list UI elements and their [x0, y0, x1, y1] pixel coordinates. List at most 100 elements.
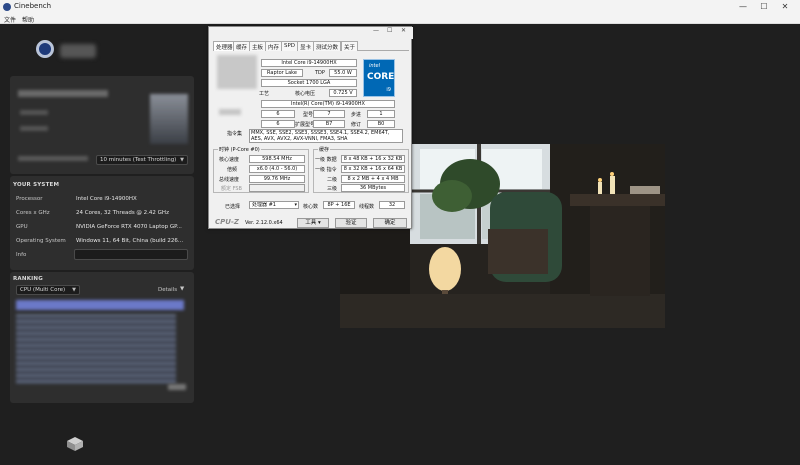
spec-field: Intel(R) Core(TM) i9-14900HX [261, 100, 395, 108]
blurred-test-title [18, 90, 108, 97]
cpuz-minimize-button[interactable]: — [373, 27, 379, 34]
l2-field: 8 x 2 MB + 4 x 4 MB [341, 175, 405, 183]
ranking-list-blurred [16, 314, 176, 384]
clocks-group-label: 时钟 (P-Core #0) [218, 146, 261, 153]
cpuz-close-button[interactable]: ✕ [401, 27, 406, 34]
tab-bench[interactable]: 测试分数 [313, 41, 342, 51]
threads-label: 线程数 [359, 204, 375, 210]
voltage-value: 0.725 V [333, 90, 353, 96]
stepping-field: 1 [367, 110, 395, 118]
left-panel: 10 minutes (Test Throttling) ▼ YOUR SYST… [10, 76, 194, 406]
test-duration-value: 10 minutes (Test Throttling) [100, 157, 177, 163]
instructions-label: 指令集 [227, 131, 243, 137]
tab-spd[interactable]: SPD [281, 41, 299, 51]
multiplier-field: x6.0 (4.0 - 56.0) [249, 165, 305, 173]
instructions-field: MMX, SSE, SSE2, SSE3, SSSE3, SSE4.1, SSE… [249, 129, 403, 143]
test-duration-dropdown[interactable]: 10 minutes (Test Throttling) ▼ [96, 155, 188, 165]
ext-family-value: 6 [276, 121, 280, 127]
cinebench-logo-icon [36, 40, 54, 58]
tools-label: 工具 [305, 220, 317, 226]
ranking-mode-dropdown[interactable]: CPU (Multi Core) ▼ [16, 285, 80, 295]
rated-fsb-field [249, 184, 305, 192]
revision-label: 修订 [351, 122, 362, 128]
ext-model-value: B7 [325, 121, 333, 127]
info-label: Info [16, 252, 27, 258]
family-value: 6 [276, 111, 280, 117]
ext-family-field: 6 [261, 120, 295, 128]
ok-button[interactable]: 确定 [373, 218, 407, 228]
validate-button[interactable]: 验证 [335, 218, 367, 228]
cores-label: 核心数 [303, 204, 319, 210]
cpuz-title-bar: — ☐ ✕ [209, 27, 413, 39]
cube-icon-graphic [67, 437, 83, 451]
tab-graphics[interactable]: 显卡 [297, 41, 315, 51]
multiplier-label: 倍频 [227, 167, 238, 173]
menu-file[interactable]: 文件 [4, 15, 16, 24]
tech-label: 工艺 [259, 91, 270, 97]
core-speed-field: 598.54 MHz [249, 155, 305, 163]
l1i-value: 8 x 32 KB + 16 x 64 KB [343, 166, 403, 172]
tab-memory[interactable]: 内存 [265, 41, 283, 51]
threads-field: 32 [379, 201, 405, 209]
package-value: Socket 1700 LGA [287, 80, 331, 86]
menu-bar: 文件 帮助 [0, 14, 800, 24]
cpuz-brand: CPU-Z [215, 218, 239, 226]
bus-speed-label: 总线速度 [219, 177, 240, 183]
title-bar: Cinebench — ☐ ✕ [0, 0, 800, 14]
cores-value: 8P + 16E [327, 202, 351, 208]
maximize-button[interactable]: ☐ [757, 1, 771, 13]
system-heading: YOUR SYSTEM [13, 182, 60, 188]
tab-mainboard[interactable]: 主板 [249, 41, 267, 51]
selection-dropdown[interactable]: 处理器 #1 ▾ [249, 201, 299, 209]
stepping-value: 1 [379, 111, 383, 117]
model-value: 7 [327, 111, 331, 117]
chevron-down-icon: ▼ [180, 286, 185, 292]
chevron-down-icon: ▼ [180, 157, 184, 163]
selection-value: 处理器 #1 [252, 202, 276, 208]
validate-label: 验证 [345, 220, 357, 226]
l1d-value: 8 x 48 KB + 16 x 32 KB [343, 156, 403, 162]
l3-label: 三级 [327, 186, 338, 192]
blurred-test-label [20, 126, 48, 131]
cores-value: 24 Cores, 32 Threads @ 2.42 GHz [76, 210, 169, 216]
core-speed-label: 核心速度 [219, 157, 240, 163]
info-field[interactable] [74, 249, 188, 260]
intel-badge-tier: i9 [386, 87, 391, 93]
ranking-card: RANKING CPU (Multi Core) ▼ Details ▼ [10, 272, 194, 403]
cpuz-tabs: 处理器 缓存 主板 内存 SPD 显卡 测试分数 关于 [213, 40, 409, 51]
blurred-test-thumbnail [150, 94, 188, 144]
package-field: Socket 1700 LGA [261, 79, 357, 87]
ranking-blurred-footer [168, 384, 186, 390]
close-button[interactable]: ✕ [778, 1, 792, 13]
tab-caches[interactable]: 缓存 [233, 41, 251, 51]
details-link[interactable]: Details [158, 287, 177, 293]
cinebench-app-icon [3, 3, 11, 11]
bus-speed-value: 99.76 MHz [263, 176, 291, 182]
chevron-down-icon: ▼ [72, 287, 76, 293]
tools-button[interactable]: 工具 ▾ [297, 218, 329, 228]
blurred-label [219, 109, 241, 115]
selection-label: 已选择 [225, 204, 241, 210]
tab-about[interactable]: 关于 [341, 41, 359, 51]
blurred-duration-label [18, 156, 88, 161]
revision-field: B0 [367, 120, 395, 128]
cpuz-maximize-button[interactable]: ☐ [387, 27, 392, 34]
menu-help[interactable]: 帮助 [22, 15, 34, 24]
cpu-name-field: Intel Core i9-14900HX [261, 59, 357, 67]
minimize-button[interactable]: — [736, 1, 750, 13]
ext-model-field: B7 [313, 120, 345, 128]
family-field: 6 [261, 110, 295, 118]
gpu-label: GPU [16, 224, 28, 230]
chevron-down-icon: ▾ [318, 220, 321, 226]
gpu-value: NVIDIA GeForce RTX 4070 Laptop GP... [76, 224, 182, 230]
core-speed-value: 598.54 MHz [262, 156, 292, 162]
ok-label: 确定 [384, 220, 396, 226]
cpuz-window: — ☐ ✕ 处理器 缓存 主板 内存 SPD 显卡 测试分数 关于 Intel … [208, 26, 413, 229]
cores-label: Cores x GHz [16, 210, 50, 216]
l2-label: 二级 [327, 177, 338, 183]
ranking-heading: RANKING [13, 276, 43, 282]
window-title: Cinebench [14, 2, 52, 10]
l3-field: 36 MBytes [341, 184, 405, 192]
multiplier-value: x6.0 (4.0 - 56.0) [256, 166, 298, 172]
l2-value: 8 x 2 MB + 4 x 4 MB [347, 176, 399, 182]
